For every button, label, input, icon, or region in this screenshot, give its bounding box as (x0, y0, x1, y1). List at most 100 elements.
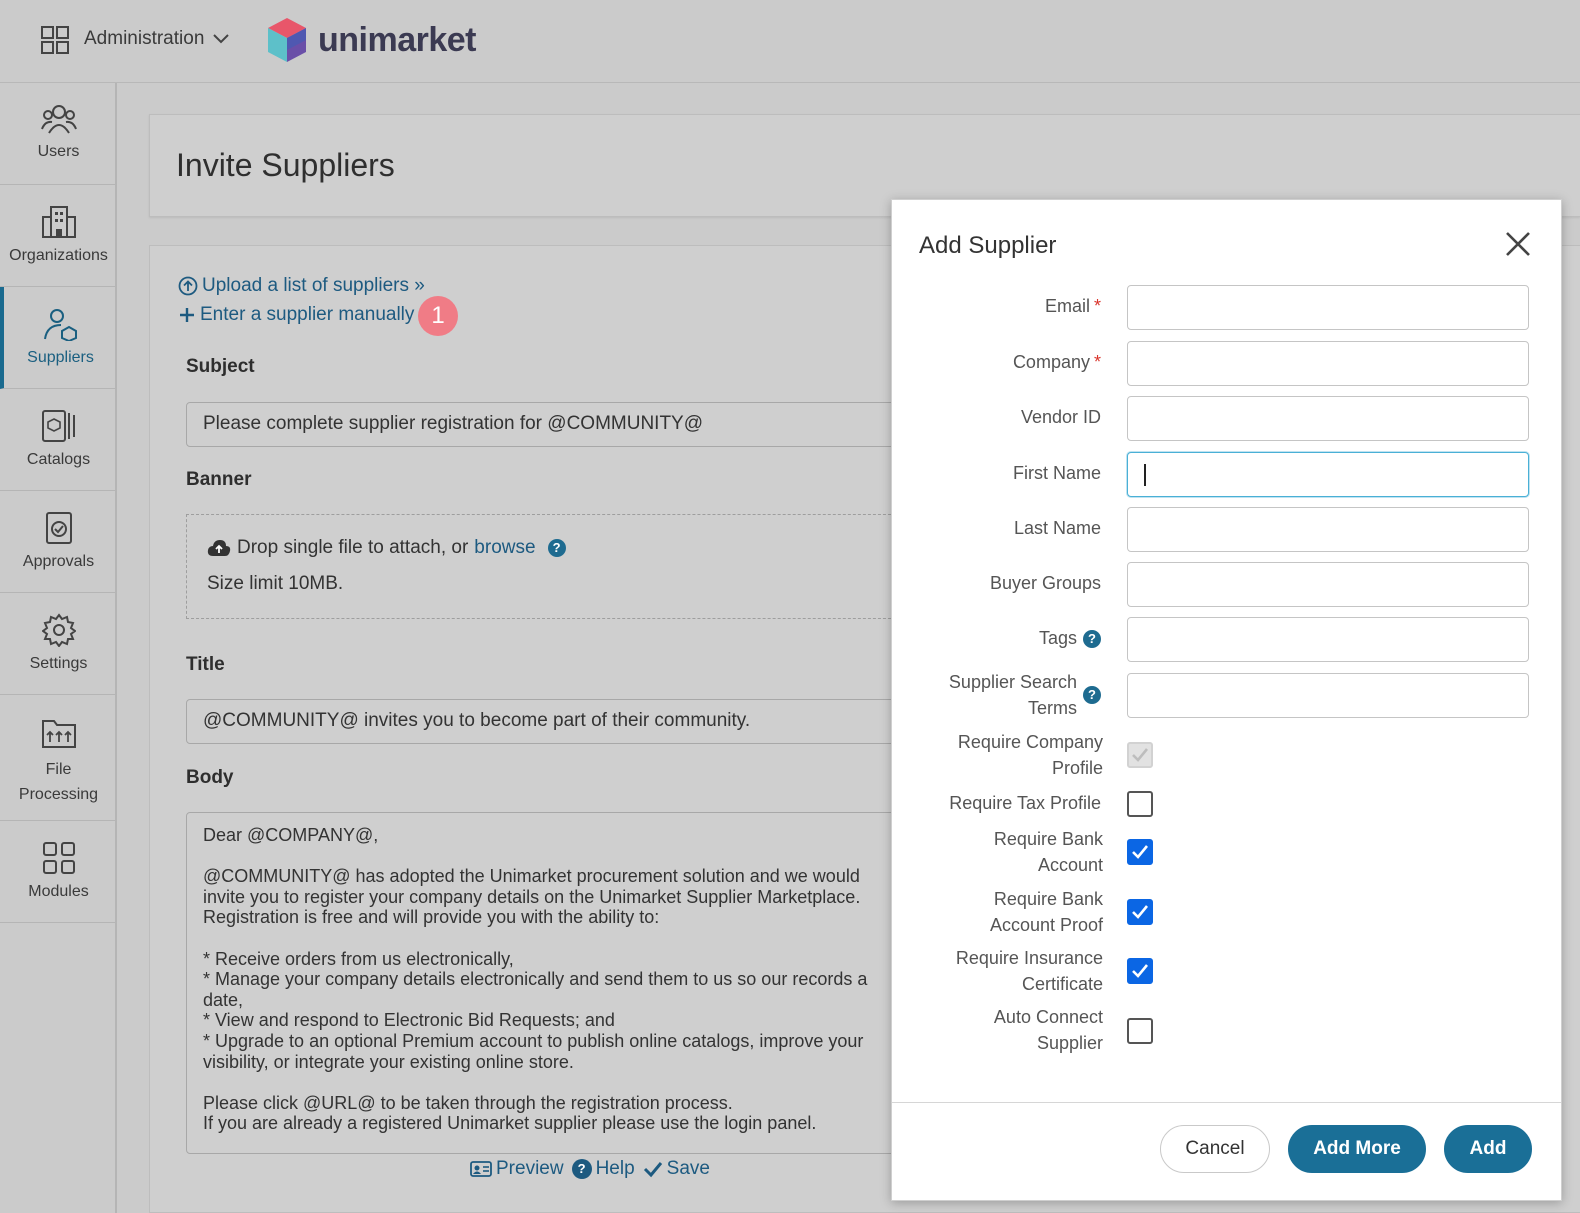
page-title: Invite Suppliers (176, 147, 395, 183)
insurance-label: Require Insurance Certificate (955, 948, 1103, 994)
enter-supplier-manually-link[interactable]: Enter a supplier manually (178, 304, 414, 326)
modal-footer-divider (892, 1102, 1561, 1103)
banner-dropzone[interactable]: Drop single file to attach, or browse ? … (186, 514, 906, 619)
sidebar-item-label: Users (37, 143, 80, 160)
check-icon (1132, 964, 1149, 978)
bank-proof-label: Require Bank Account Proof (989, 889, 1103, 935)
require-bank-account-checkbox[interactable] (1127, 839, 1153, 865)
company-field[interactable] (1127, 341, 1529, 386)
help-icon[interactable]: ? (1083, 686, 1101, 704)
last-name-label: Last Name (1013, 518, 1101, 538)
save-label: Save (666, 1158, 710, 1179)
administration-label: Administration (84, 28, 205, 49)
require-company-profile-checkbox (1127, 742, 1153, 768)
sidebar-item-users[interactable]: Users (0, 83, 117, 185)
search-terms-field[interactable] (1127, 673, 1529, 718)
subject-input[interactable]: Please complete supplier registration fo… (186, 402, 906, 447)
require-insurance-certificate-checkbox[interactable] (1127, 958, 1153, 984)
upload-link-label: Upload a list of suppliers » (202, 275, 425, 296)
upload-circle-icon (178, 276, 198, 296)
cancel-button[interactable]: Cancel (1160, 1125, 1270, 1173)
users-icon (40, 105, 77, 134)
first-name-label: First Name (1012, 463, 1101, 483)
help-icon[interactable]: ? (547, 539, 566, 557)
last-name-field[interactable] (1127, 507, 1529, 552)
sidebar-item-label: Suppliers (27, 349, 94, 366)
email-field[interactable] (1127, 285, 1529, 330)
supplier-icon (43, 309, 77, 341)
banner-label: Banner (186, 469, 252, 490)
require-bank-account-proof-checkbox[interactable] (1127, 899, 1153, 925)
browse-link[interactable]: browse (474, 537, 535, 559)
buyer-groups-field[interactable] (1127, 562, 1529, 607)
sidebar-item-modules[interactable]: Modules (0, 821, 117, 923)
title-label: Title (186, 654, 225, 675)
sidebar-item-organizations[interactable]: Organizations (0, 185, 117, 287)
first-name-field[interactable] (1127, 452, 1529, 497)
sidebar-item-suppliers[interactable]: Suppliers (0, 287, 117, 389)
tags-label-text: Tags (1038, 628, 1077, 648)
approval-icon (45, 512, 72, 544)
check-icon (643, 1162, 662, 1178)
building-icon (41, 206, 76, 238)
required-marker: * (1093, 352, 1101, 372)
check-icon (1132, 905, 1149, 919)
auto-connect-label: Auto Connect Supplier (993, 1007, 1103, 1053)
brand-logo[interactable]: unimarket (266, 16, 477, 64)
sidebar-item-catalogs[interactable]: Catalogs (0, 389, 117, 491)
sidebar-item-label: Settings (29, 655, 88, 672)
plus-icon (180, 308, 194, 322)
sidebar-item-file-processing[interactable]: File Processing (0, 695, 117, 821)
drop-text: Drop single file to attach, or (237, 537, 469, 558)
body-textarea[interactable]: Dear @COMPANY@, @COMMUNITY@ has adopted … (186, 812, 906, 1154)
company-profile-label: Require Company Profile (957, 732, 1103, 778)
add-button[interactable]: Add (1444, 1125, 1532, 1173)
help-circle-icon: ? (571, 1159, 592, 1179)
gear-icon (41, 613, 76, 647)
close-icon[interactable] (1504, 230, 1532, 258)
buyer-groups-label: Buyer Groups (989, 573, 1101, 593)
title-input[interactable]: @COMMUNITY@ invites you to become part o… (186, 699, 906, 744)
text-caret (1144, 464, 1146, 486)
modal-title: Add Supplier (919, 232, 1057, 259)
catalog-icon (41, 410, 75, 442)
company-label: Company * (901, 349, 1101, 375)
upload-supplier-list-link[interactable]: Upload a list of suppliers » (178, 275, 425, 297)
modules-icon (42, 842, 75, 874)
add-supplier-modal: Add Supplier Email * Company * Vendor ID F… (891, 199, 1562, 1201)
dropzone-instructions: Drop single file to attach, or browse ? (207, 537, 566, 559)
app-grid-icon[interactable] (40, 25, 70, 55)
require-tax-profile-checkbox[interactable] (1127, 791, 1153, 817)
preview-action[interactable]: Preview (470, 1158, 564, 1180)
sidebar-item-label: Modules (28, 883, 89, 900)
help-icon[interactable]: ? (1083, 630, 1101, 649)
body-label: Body (186, 767, 234, 788)
cloud-upload-icon (207, 540, 231, 556)
top-bar: Administration unimarket (0, 0, 1580, 83)
vendor-id-label: Vendor ID (1020, 407, 1101, 427)
search-terms-label: Supplier Search Terms? (901, 669, 1101, 721)
tax-profile-label: Require Tax Profile (949, 793, 1101, 813)
auto-connect-supplier-checkbox[interactable] (1127, 1018, 1153, 1044)
sidebar-item-approvals[interactable]: Approvals (0, 491, 117, 593)
help-action[interactable]: ? Help (571, 1158, 635, 1180)
brand-name: unimarket (318, 20, 477, 59)
help-label: Help (595, 1158, 635, 1179)
search-terms-label-text: Supplier Search Terms (948, 672, 1077, 718)
bank-account-label: Require Bank Account (993, 829, 1103, 875)
size-limit-text: Size limit 10MB. (207, 573, 344, 594)
sidebar: Users Organizations Suppliers Catalogs A… (0, 83, 117, 1213)
tags-field[interactable] (1127, 617, 1529, 662)
subject-label: Subject (186, 356, 255, 377)
check-icon (1132, 845, 1149, 859)
vendor-id-field[interactable] (1127, 396, 1529, 441)
tags-label: Tags? (901, 625, 1101, 651)
unimarket-logo-icon (268, 18, 306, 62)
administration-menu[interactable]: Administration (84, 28, 230, 50)
sidebar-item-settings[interactable]: Settings (0, 593, 117, 695)
sidebar-item-label: Organizations (9, 247, 108, 264)
check-icon (1132, 748, 1149, 762)
add-more-button[interactable]: Add More (1288, 1125, 1426, 1173)
sidebar-item-label: Approvals (22, 553, 95, 570)
save-action[interactable]: Save (643, 1158, 710, 1180)
